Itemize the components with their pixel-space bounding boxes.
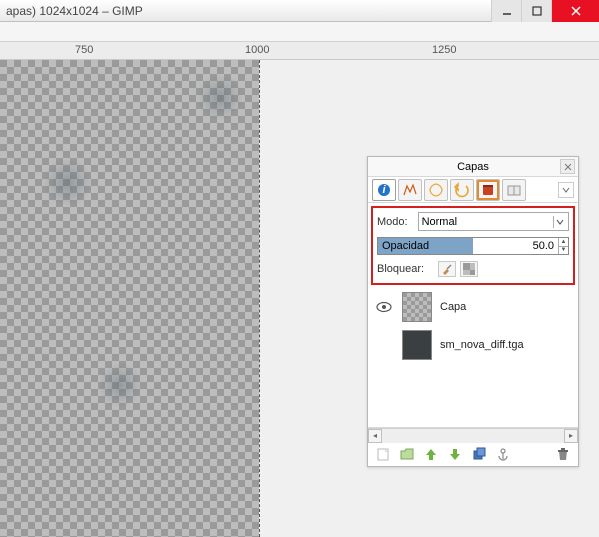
scroll-left-icon[interactable]: ◂	[368, 429, 382, 443]
spin-down-icon[interactable]: ▼	[559, 247, 568, 255]
tab-histogram[interactable]	[476, 179, 500, 201]
layers-panel: Capas i	[367, 156, 579, 467]
dock-tabs: i	[368, 177, 578, 203]
eye-icon	[376, 301, 392, 313]
horizontal-ruler: 750 1000 1250	[0, 42, 599, 60]
panel-footer	[368, 442, 578, 466]
minimize-button[interactable]	[491, 0, 521, 22]
tab-pointer[interactable]	[502, 179, 526, 201]
maximize-button[interactable]	[521, 0, 551, 22]
layer-list[interactable]: Capa sm_nova_diff.tga	[368, 288, 578, 428]
opacity-slider[interactable]: Opacidad 50.0 ▲ ▼	[377, 237, 569, 255]
arrow-up-icon	[424, 447, 438, 461]
canvas[interactable]	[0, 60, 260, 537]
layer-name[interactable]: sm_nova_diff.tga	[440, 339, 524, 351]
opacity-spinner[interactable]: ▲ ▼	[558, 238, 568, 254]
maximize-icon	[532, 6, 542, 16]
tab-paths[interactable]	[424, 179, 448, 201]
mode-row: Modo: Normal	[377, 212, 569, 231]
lock-pixels-button[interactable]	[438, 261, 456, 277]
undo-icon	[454, 182, 470, 198]
panel-header: Capas	[368, 157, 578, 177]
scroll-track[interactable]	[382, 429, 564, 443]
visibility-toggle[interactable]	[374, 337, 394, 353]
panel-close-button[interactable]	[560, 159, 575, 174]
folder-icon	[399, 446, 415, 462]
lock-label: Bloquear:	[377, 263, 424, 275]
tab-channels[interactable]	[398, 179, 422, 201]
new-icon	[375, 446, 391, 462]
brush-icon	[441, 263, 453, 275]
channels-icon	[402, 182, 418, 198]
duplicate-icon	[471, 446, 487, 462]
canvas-checker	[0, 60, 259, 537]
layer-group-button[interactable]	[398, 445, 416, 463]
minimize-icon	[502, 6, 512, 16]
arrow-down-icon	[448, 447, 462, 461]
new-layer-button[interactable]	[374, 445, 392, 463]
opacity-value: 50.0	[533, 240, 554, 252]
ruler-tick: 1000	[245, 44, 269, 56]
alpha-icon	[463, 263, 475, 275]
trash-icon	[556, 447, 570, 461]
tab-undo[interactable]	[450, 179, 474, 201]
chevron-down-icon	[553, 216, 565, 228]
paint-smudge	[100, 360, 140, 410]
lock-row: Bloquear:	[377, 261, 569, 277]
paint-smudge	[40, 160, 95, 205]
mode-select[interactable]: Normal	[418, 212, 569, 231]
book-open-icon	[506, 182, 522, 198]
window-title: apas) 1024x1024 – GIMP	[6, 4, 491, 18]
menu-strip	[0, 22, 599, 42]
lock-alpha-button[interactable]	[460, 261, 478, 277]
visibility-toggle[interactable]	[374, 299, 394, 315]
duplicate-layer-button[interactable]	[470, 445, 488, 463]
layer-name[interactable]: Capa	[440, 301, 466, 313]
highlighted-controls: Modo: Normal Opacidad 50.0 ▲ ▼	[371, 206, 575, 285]
paint-smudge	[195, 75, 245, 120]
ruler-tick: 1250	[432, 44, 456, 56]
scroll-right-icon[interactable]: ▸	[564, 429, 578, 443]
layer-scrollbar[interactable]: ◂ ▸	[368, 428, 578, 442]
close-button[interactable]	[551, 0, 599, 22]
opacity-label: Opacidad	[382, 240, 429, 252]
anchor-layer-button[interactable]	[494, 445, 512, 463]
layers-icon: i	[376, 182, 392, 198]
window-controls	[491, 0, 599, 22]
ruler-tick: 750	[75, 44, 93, 56]
book-icon	[480, 182, 496, 198]
spin-up-icon[interactable]: ▲	[559, 238, 568, 247]
main-area: Capas i	[0, 60, 599, 537]
tab-layers[interactable]: i	[372, 179, 396, 201]
menu-arrow-icon	[562, 186, 570, 194]
mode-label: Modo:	[377, 216, 408, 228]
titlebar: apas) 1024x1024 – GIMP	[0, 0, 599, 22]
delete-layer-button[interactable]	[554, 445, 572, 463]
close-icon	[564, 163, 572, 171]
layer-row[interactable]: Capa	[368, 288, 578, 326]
paths-icon	[428, 182, 444, 198]
raise-layer-button[interactable]	[422, 445, 440, 463]
mode-value: Normal	[422, 216, 457, 228]
panel-menu-button[interactable]	[558, 182, 574, 198]
layer-thumbnail	[402, 330, 432, 360]
layer-row[interactable]: sm_nova_diff.tga	[368, 326, 578, 364]
lower-layer-button[interactable]	[446, 445, 464, 463]
layer-thumbnail	[402, 292, 432, 322]
close-icon	[570, 5, 582, 17]
panel-title: Capas	[457, 161, 489, 173]
anchor-icon	[496, 447, 510, 461]
opacity-row: Opacidad 50.0 ▲ ▼	[377, 237, 569, 255]
